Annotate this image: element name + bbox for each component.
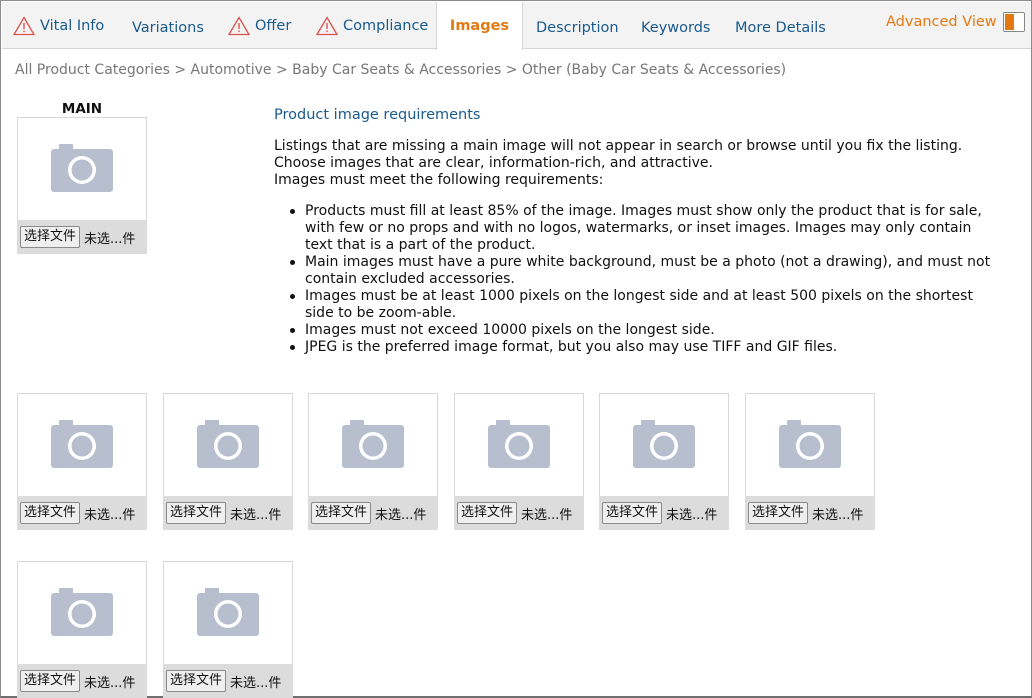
additional-image-slot[interactable]: 选择文件 未选...件 [308, 393, 438, 530]
tab-images[interactable]: Images [436, 2, 523, 50]
no-file-chosen-text: 未选...件 [375, 507, 427, 523]
file-input-bar: 选择文件 未选...件 [17, 496, 147, 530]
toggle-switch-icon[interactable] [1002, 12, 1025, 32]
additional-image-slot[interactable]: 选择文件 未选...件 [17, 393, 147, 530]
additional-image-slot[interactable]: 选择文件 未选...件 [163, 561, 293, 698]
file-input-bar: 选择文件 未选...件 [163, 664, 293, 698]
additional-image-slot[interactable]: 选择文件 未选...件 [17, 561, 147, 698]
breadcrumb-separator: > [505, 62, 518, 78]
camera-placeholder-icon [197, 588, 259, 636]
choose-file-button[interactable]: 选择文件 [20, 226, 81, 248]
file-input-bar: 选择文件 未选...件 [308, 496, 438, 530]
breadcrumb-item[interactable]: All Product Categories [15, 62, 170, 78]
requirement-item: Images must not exceed 10000 pixels on t… [290, 322, 995, 339]
camera-placeholder-icon [197, 420, 259, 468]
breadcrumb: All Product Categories > Automotive > Ba… [15, 62, 786, 78]
tab-label: Compliance [343, 17, 429, 34]
file-input-bar: 选择文件 未选...件 [17, 220, 147, 254]
tab-offer[interactable]: Offer [228, 2, 291, 49]
camera-placeholder-icon [342, 420, 404, 468]
tab-compliance[interactable]: Compliance [316, 2, 428, 49]
main-image-slot[interactable]: 选择文件 未选...件 [17, 117, 147, 254]
requirements-list: Products must fill at least 85% of the i… [290, 203, 995, 356]
tab-vital-info[interactable]: Vital Info [13, 2, 104, 49]
warning-triangle-icon [228, 15, 250, 35]
no-file-chosen-text: 未选...件 [84, 231, 136, 247]
camera-placeholder-icon [51, 420, 113, 468]
additional-image-slot[interactable]: 选择文件 未选...件 [163, 393, 293, 530]
choose-file-button[interactable]: 选择文件 [166, 670, 227, 692]
tab-variations[interactable]: Variations [132, 4, 204, 51]
tab-keywords[interactable]: Keywords [641, 4, 710, 51]
camera-placeholder-icon [633, 420, 695, 468]
main-image-label: MAIN [61, 101, 103, 117]
choose-file-button[interactable]: 选择文件 [311, 502, 372, 524]
additional-image-slot[interactable]: 选择文件 未选...件 [454, 393, 584, 530]
requirements-intro: Listings that are missing a main image w… [274, 138, 994, 189]
camera-placeholder-icon [51, 588, 113, 636]
image-requirements-link[interactable]: Product image requirements [274, 107, 480, 123]
tab-description[interactable]: Description [536, 4, 619, 51]
breadcrumb-item[interactable]: Baby Car Seats & Accessories [292, 62, 501, 78]
app-frame: Vital Info Variations Offer Compliance I… [0, 0, 1032, 698]
advanced-view-label: Advanced View [886, 14, 997, 30]
no-file-chosen-text: 未选...件 [230, 507, 282, 523]
choose-file-button[interactable]: 选择文件 [20, 502, 81, 524]
file-input-bar: 选择文件 未选...件 [745, 496, 875, 530]
requirement-item: Main images must have a pure white backg… [290, 254, 995, 288]
choose-file-button[interactable]: 选择文件 [20, 670, 81, 692]
additional-image-slot[interactable]: 选择文件 未选...件 [599, 393, 729, 530]
choose-file-button[interactable]: 选择文件 [748, 502, 809, 524]
choose-file-button[interactable]: 选择文件 [166, 502, 227, 524]
requirement-item: Images must be at least 1000 pixels on t… [290, 288, 995, 322]
camera-placeholder-icon [51, 144, 113, 192]
tab-label: Variations [132, 19, 204, 36]
requirements-intro-line: Images must meet the following requireme… [274, 172, 604, 188]
breadcrumb-item[interactable]: Automotive [191, 62, 272, 78]
tab-label: Keywords [641, 19, 711, 36]
advanced-view-toggle[interactable]: Advanced View [886, 12, 1025, 32]
breadcrumb-item[interactable]: Other (Baby Car Seats & Accessories) [522, 62, 786, 78]
no-file-chosen-text: 未选...件 [812, 507, 864, 523]
requirement-item: JPEG is the preferred image format, but … [290, 339, 995, 356]
file-input-bar: 选择文件 未选...件 [454, 496, 584, 530]
choose-file-button[interactable]: 选择文件 [602, 502, 663, 524]
tab-more-details[interactable]: More Details [735, 4, 826, 51]
file-input-bar: 选择文件 未选...件 [599, 496, 729, 530]
breadcrumb-separator: > [275, 62, 288, 78]
requirements-intro-line: Choose images that are clear, informatio… [274, 155, 713, 171]
tab-label: Description [536, 19, 619, 36]
tab-bar: Vital Info Variations Offer Compliance I… [2, 2, 1031, 51]
no-file-chosen-text: 未选...件 [230, 675, 282, 691]
breadcrumb-separator: > [174, 62, 187, 78]
warning-triangle-icon [13, 15, 35, 35]
warning-triangle-icon [316, 15, 338, 35]
tab-label: More Details [735, 19, 826, 36]
tab-label: Images [449, 18, 510, 34]
additional-image-slot[interactable]: 选择文件 未选...件 [745, 393, 875, 530]
requirement-item: Products must fill at least 85% of the i… [290, 203, 995, 254]
requirements-intro-line: Listings that are missing a main image w… [274, 138, 963, 154]
camera-placeholder-icon [779, 420, 841, 468]
file-input-bar: 选择文件 未选...件 [163, 496, 293, 530]
camera-placeholder-icon [488, 420, 550, 468]
tab-label: Vital Info [40, 17, 105, 34]
choose-file-button[interactable]: 选择文件 [457, 502, 518, 524]
no-file-chosen-text: 未选...件 [521, 507, 573, 523]
tab-label: Offer [255, 17, 292, 34]
file-input-bar: 选择文件 未选...件 [17, 664, 147, 698]
no-file-chosen-text: 未选...件 [84, 675, 136, 691]
no-file-chosen-text: 未选...件 [666, 507, 718, 523]
no-file-chosen-text: 未选...件 [84, 507, 136, 523]
